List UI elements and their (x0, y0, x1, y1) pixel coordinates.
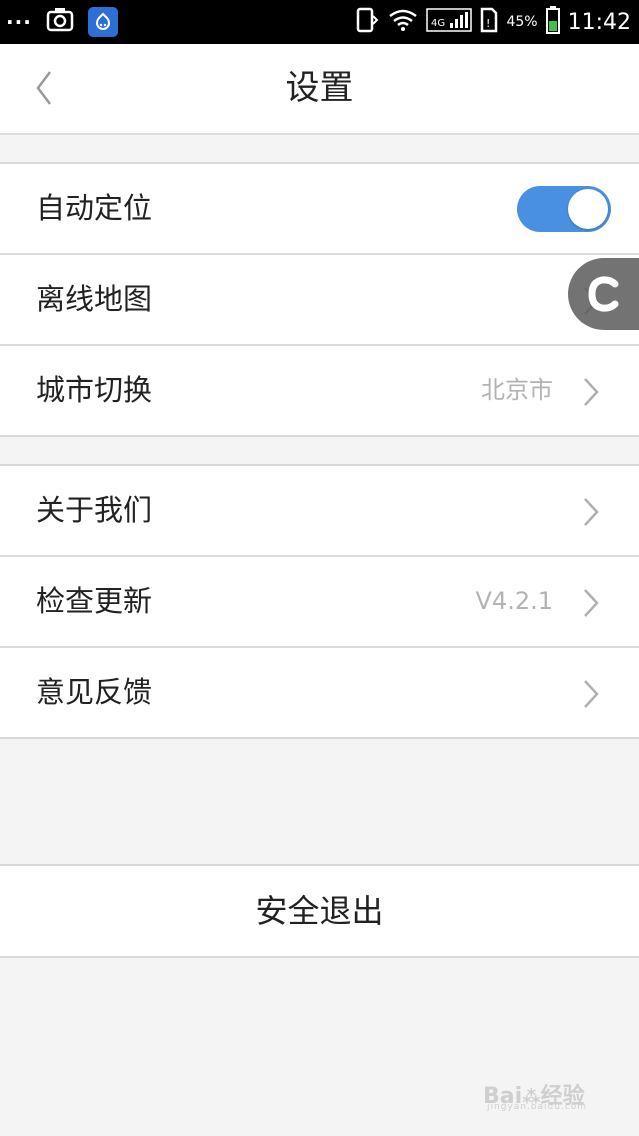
logout-button[interactable]: 安全退出 (0, 864, 639, 958)
row-auto-location[interactable]: 自动定位 (0, 164, 639, 255)
chevron-right-icon (584, 498, 599, 526)
row-city-switch[interactable]: 城市切换 北京市 (0, 346, 639, 435)
chevron-left-icon (36, 71, 51, 105)
row-label: 检查更新 (36, 584, 153, 618)
svg-text:!: ! (486, 17, 490, 30)
settings-group-about: 关于我们 检查更新 V4.2.1 意见反馈 (0, 464, 639, 739)
auto-location-toggle[interactable] (517, 186, 611, 232)
row-label: 自动定位 (36, 191, 153, 225)
floating-assist-button[interactable] (568, 258, 639, 330)
c-logo-icon (588, 276, 619, 312)
chevron-right-icon (584, 589, 599, 617)
row-feedback[interactable]: 意见反馈 (0, 648, 639, 737)
page-title: 设置 (285, 68, 354, 108)
sim-icon (356, 7, 380, 37)
row-offline-map[interactable]: 离线地图 (0, 255, 639, 346)
current-city: 北京市 (481, 376, 553, 404)
row-label: 城市切换 (36, 373, 153, 407)
toggle-knob (568, 189, 608, 229)
chevron-right-icon (584, 680, 599, 708)
back-button[interactable] (24, 66, 68, 110)
sim-card-icon: ! (480, 7, 498, 37)
row-label: 意见反馈 (36, 675, 153, 709)
row-check-update[interactable]: 检查更新 V4.2.1 (0, 557, 639, 648)
clock: 11:42 (567, 9, 631, 35)
row-label: 离线地图 (36, 282, 153, 316)
app-version: V4.2.1 (475, 587, 553, 615)
settings-group-location: 自动定位 离线地图 城市切换 北京市 (0, 162, 639, 437)
nav-header: 设置 (0, 44, 639, 135)
baidu-watermark-logo: Bai⁂经验 jingyan.baidu.com (483, 1084, 588, 1112)
row-label: 关于我们 (36, 493, 153, 527)
network-label: 4G (431, 18, 445, 29)
overflow-dots: ··· (6, 10, 32, 34)
app-badge-icon (87, 7, 118, 37)
battery-icon (545, 6, 560, 38)
row-about-us[interactable]: 关于我们 (0, 466, 639, 557)
wifi-icon (388, 8, 418, 36)
status-bar: ··· 4G ! 45% 11:42 (0, 0, 639, 44)
camera-icon (46, 7, 74, 37)
battery-percent: 45% (506, 14, 538, 30)
signal-icon: 4G (426, 7, 473, 37)
chevron-right-icon (584, 378, 599, 406)
